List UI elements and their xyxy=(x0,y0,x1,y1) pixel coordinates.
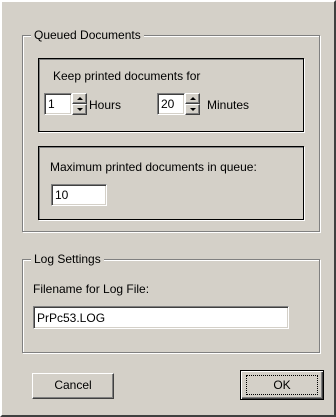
log-filename-label: Filename for Log File: xyxy=(33,282,150,296)
hours-increment-button[interactable] xyxy=(72,93,87,104)
max-queue-frame: Maximum printed documents in queue: xyxy=(38,146,304,220)
log-settings-group: Log Settings Filename for Log File: xyxy=(22,252,320,353)
arrow-up-icon xyxy=(77,97,83,100)
hours-input[interactable] xyxy=(44,93,72,115)
ok-button[interactable]: OK xyxy=(240,370,324,400)
keep-printed-frame: Keep printed documents for Hours xyxy=(38,58,304,132)
minutes-increment-button[interactable] xyxy=(185,93,200,104)
cancel-button-label: Cancel xyxy=(54,378,92,392)
hours-decrement-button[interactable] xyxy=(72,104,87,115)
hours-spinner xyxy=(72,93,87,115)
hours-label: Hours xyxy=(89,98,122,112)
max-queue-input[interactable] xyxy=(51,184,107,206)
minutes-spinner xyxy=(185,93,200,115)
max-queue-label: Maximum printed documents in queue: xyxy=(50,160,257,174)
minutes-input[interactable] xyxy=(157,93,185,115)
arrow-down-icon xyxy=(190,108,196,111)
keep-printed-label: Keep printed documents for xyxy=(53,69,201,83)
minutes-decrement-button[interactable] xyxy=(185,104,200,115)
minutes-label: Minutes xyxy=(207,98,250,112)
arrow-up-icon xyxy=(190,97,196,100)
queued-documents-group: Queued Documents Keep printed documents … xyxy=(22,28,320,232)
log-filename-input[interactable] xyxy=(33,306,289,329)
ok-button-label: OK xyxy=(273,378,291,392)
log-settings-title: Log Settings xyxy=(31,252,104,266)
cancel-button[interactable]: Cancel xyxy=(32,373,114,399)
printer-queue-settings-dialog: Queued Documents Keep printed documents … xyxy=(0,0,336,417)
arrow-down-icon xyxy=(77,108,83,111)
queued-documents-title: Queued Documents xyxy=(31,28,144,42)
